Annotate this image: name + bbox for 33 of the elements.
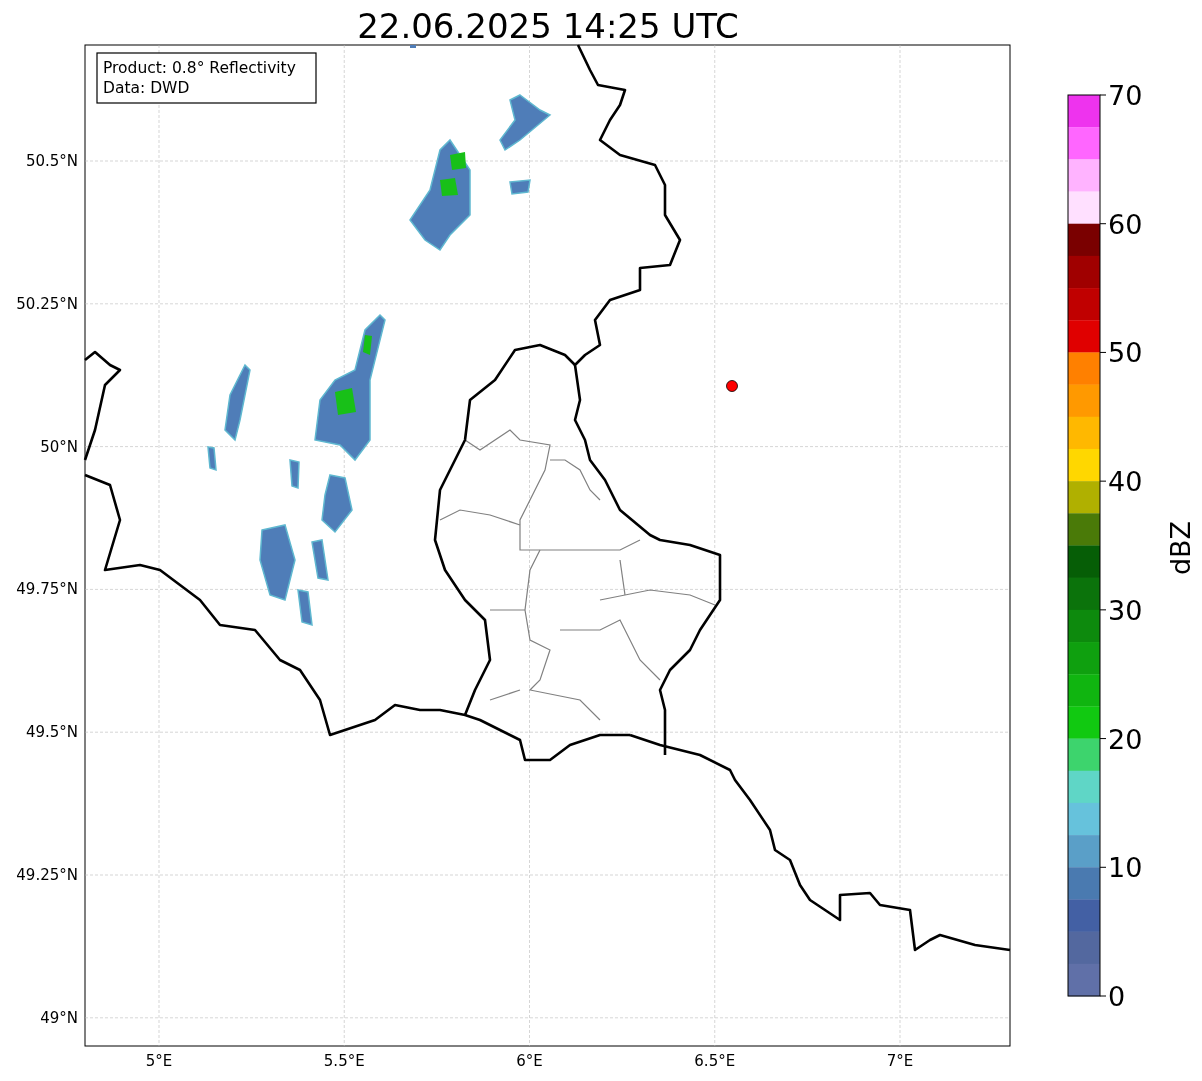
colorbar-tick-label: 0 [1108,981,1126,1012]
colorbar-tick-label: 70 [1108,80,1143,111]
colorbar-label: dBZ [1165,520,1196,576]
latitude-label: 50.25°N [16,294,78,313]
colorbar-tick-label: 60 [1108,208,1143,240]
location-marker [726,380,738,392]
district-line [489,689,521,701]
colorbar-tick-label: 10 [1108,852,1143,884]
latitude-label: 49.5°N [25,723,78,742]
latitude-label: 49.75°N [16,580,78,599]
colorbar-tick-label: 30 [1108,594,1143,626]
radar-echo [509,179,531,195]
colorbar-tick-label: 20 [1108,723,1143,755]
radar-echo [207,446,217,472]
colorbar-tick-label: 40 [1108,466,1143,498]
longitude-label: 6°E [516,1052,543,1070]
chart-title: 22.06.2025 14:25 UTC [357,6,739,46]
latitude-label: 49.25°N [16,866,78,884]
longitude-label: 7°E [886,1052,914,1070]
radar-echo [311,539,329,581]
longitude-label: 5.5°E [323,1052,365,1070]
latitude-label: 50°N [40,437,78,456]
radar-echo [289,459,300,490]
latitude-label: 49°N [40,1008,78,1027]
latitude-label: 50.5°N [25,152,78,170]
radar-echo [410,45,416,48]
longitude-label: 6.5°E [694,1052,736,1070]
radar-echo [499,94,552,152]
longitude-label: 5°E [145,1052,173,1070]
legend-text: Product: 0.8° Reflectivity [103,59,296,77]
colorbar-tick-label: 50 [1108,337,1143,369]
radar-echo [321,474,353,534]
legend-text: Data: DWD [103,79,190,97]
